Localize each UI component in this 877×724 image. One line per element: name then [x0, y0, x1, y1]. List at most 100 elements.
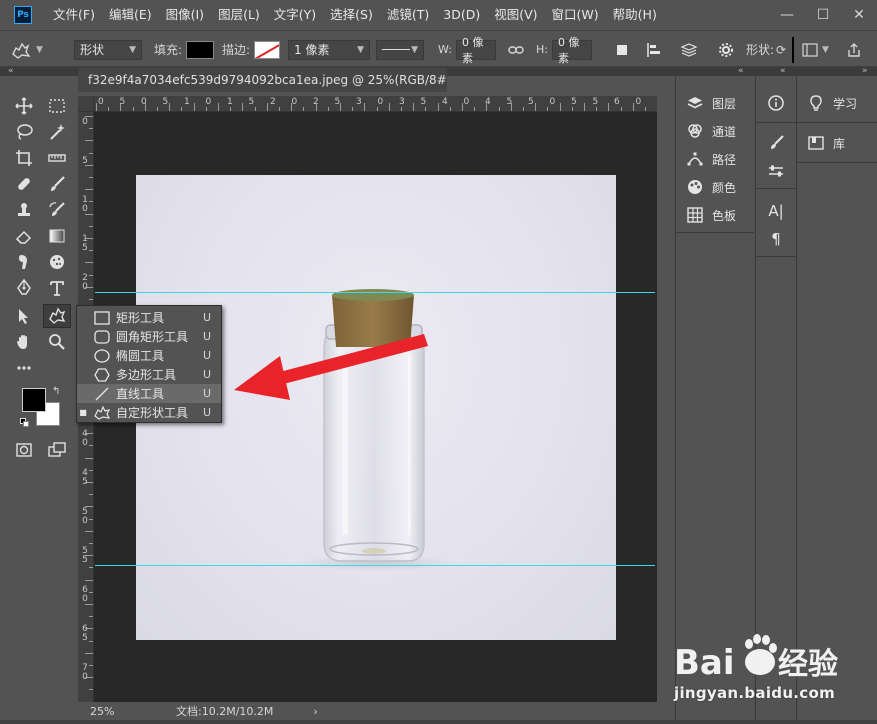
zoom-level[interactable]: 25% [90, 705, 160, 718]
mode-select[interactable]: 形状 ▼ [74, 39, 142, 60]
menu-3d[interactable]: 3D(D) [436, 0, 487, 30]
link-icon[interactable] [508, 31, 524, 68]
eraser-tool[interactable] [10, 224, 38, 248]
menu-type[interactable]: 文字(Y) [267, 0, 323, 30]
menu-window[interactable]: 窗口(W) [545, 0, 606, 30]
brush-settings-button[interactable] [766, 132, 786, 154]
stroke-swatch[interactable] [254, 40, 281, 59]
height-field[interactable]: 0 像素 [551, 36, 592, 65]
type-tool[interactable] [43, 276, 71, 300]
menu-select[interactable]: 选择(S) [323, 0, 380, 30]
magic-wand-icon [50, 124, 65, 140]
stroke-width-value: 1 像素 [294, 43, 330, 57]
menu-edit[interactable]: 编辑(E) [102, 0, 159, 30]
shape-picker[interactable]: ⟳ [776, 43, 786, 57]
flyout-item-custom-shape[interactable]: ■ 自定形状工具 U [77, 403, 221, 422]
menu-filter[interactable]: 滤镜(T) [380, 0, 436, 30]
smudge-tool[interactable] [10, 250, 38, 274]
tool-preset-picker[interactable]: ▼ [10, 31, 43, 68]
ruler-tool[interactable] [43, 146, 71, 170]
custom-shape-tool[interactable] [43, 304, 71, 328]
collapse-panels-icon[interactable]: « [738, 66, 744, 76]
status-menu-arrow[interactable]: › [313, 705, 317, 718]
menu-help[interactable]: 帮助(H) [606, 0, 664, 30]
close-window-button[interactable]: ✕ [841, 0, 877, 30]
ruler-tick [266, 103, 268, 111]
collapse-toolbar-icon[interactable]: « [8, 66, 14, 76]
ruler-horizontal[interactable]: 05051015202530354045505560 [78, 96, 657, 112]
ruler-label: 5 [592, 97, 599, 107]
sponge-icon [50, 255, 64, 269]
marquee-tool[interactable] [43, 94, 71, 118]
ruler-tick [89, 152, 93, 154]
menu-image[interactable]: 图像(I) [159, 0, 211, 30]
clone-stamp-tool[interactable] [10, 198, 38, 222]
ruler-label: 5 [82, 156, 88, 166]
foreground-color-swatch[interactable] [22, 388, 46, 412]
path-selection-tool[interactable] [10, 304, 38, 328]
document-tab[interactable]: f32e9f4a7034efc539d9794092bca1ea.jpeg @ … [78, 68, 447, 92]
menu-file[interactable]: 文件(F) [46, 0, 102, 30]
ruler-tick [547, 107, 549, 111]
stroke-type-select[interactable]: ▼ [376, 39, 424, 60]
paths-panel-button[interactable]: 路径 [684, 146, 736, 172]
edit-toolbar-button[interactable] [10, 356, 38, 380]
flyout-item-polygon[interactable]: 多边形工具 U [77, 365, 221, 384]
character-panel-button[interactable]: A| [766, 200, 786, 222]
crop-tool[interactable] [10, 146, 38, 170]
flyout-item-rounded-rectangle[interactable]: 圆角矩形工具 U [77, 327, 221, 346]
collapse-panels-icon[interactable]: « [780, 66, 786, 76]
gradient-tool[interactable] [43, 224, 71, 248]
minimize-button[interactable]: — [769, 0, 805, 30]
history-brush-tool[interactable] [43, 198, 71, 222]
hand-tool[interactable] [10, 330, 38, 354]
move-tool[interactable] [10, 94, 38, 118]
path-alignment-icon[interactable] [646, 31, 662, 68]
flyout-item-line[interactable]: 直线工具 U [77, 384, 221, 403]
lasso-tool[interactable] [10, 120, 38, 144]
path-arrangement-icon[interactable] [680, 31, 698, 68]
workspace-icon[interactable]: ▼ [802, 31, 829, 68]
width-field[interactable]: 0 像素 [455, 36, 496, 65]
adjustments-button[interactable] [766, 160, 786, 182]
chevron-down-icon: ▼ [129, 44, 136, 55]
pen-icon [17, 279, 31, 295]
flyout-item-ellipse[interactable]: 椭圆工具 U [77, 346, 221, 365]
screen-mode-button[interactable] [43, 438, 71, 462]
flyout-item-rectangle[interactable]: 矩形工具 U [77, 308, 221, 327]
healing-brush-tool[interactable] [10, 172, 38, 196]
quick-mask-button[interactable] [10, 438, 38, 462]
menu-view[interactable]: 视图(V) [487, 0, 544, 30]
stroke-width-field[interactable]: 1 像素 ▼ [288, 39, 370, 60]
zoom-tool[interactable] [43, 330, 71, 354]
default-colors-icon[interactable] [20, 418, 30, 428]
swap-colors-icon[interactable]: ↰ [52, 386, 60, 397]
panel-divider [797, 162, 877, 163]
chevron-down-icon: ▼ [411, 44, 418, 55]
maximize-button[interactable]: ☐ [805, 0, 841, 30]
learn-panel-button[interactable]: 学习 [805, 90, 857, 116]
menu-layer[interactable]: 图层(L) [211, 0, 267, 30]
libraries-panel-button[interactable]: 库 [805, 130, 845, 156]
expand-panels-icon[interactable]: » [862, 66, 868, 76]
brush-tool[interactable] [43, 172, 71, 196]
swatches-panel-button[interactable]: 色板 [684, 202, 736, 228]
color-panel-button[interactable]: 颜色 [684, 174, 736, 200]
pen-tool[interactable] [10, 276, 38, 300]
channels-panel-button[interactable]: 通道 [684, 118, 736, 144]
layers-panel-button[interactable]: 图层 [684, 90, 736, 116]
ruler-label: 0 [82, 117, 88, 127]
info-panel-button[interactable] [766, 92, 786, 114]
sponge-tool[interactable] [43, 250, 71, 274]
share-icon[interactable] [846, 31, 862, 68]
ruler-tick [89, 689, 93, 691]
path-operations-icon[interactable] [614, 31, 630, 68]
guide-line-bottom[interactable] [95, 565, 655, 566]
gear-icon[interactable] [718, 31, 734, 68]
guide-line-top[interactable] [95, 292, 655, 293]
paragraph-panel-button[interactable]: ¶ [766, 228, 786, 250]
fill-swatch[interactable] [186, 40, 215, 59]
ruler-origin[interactable] [78, 96, 94, 112]
magic-wand-tool[interactable] [43, 120, 71, 144]
ruler-label: 5 [162, 97, 169, 107]
